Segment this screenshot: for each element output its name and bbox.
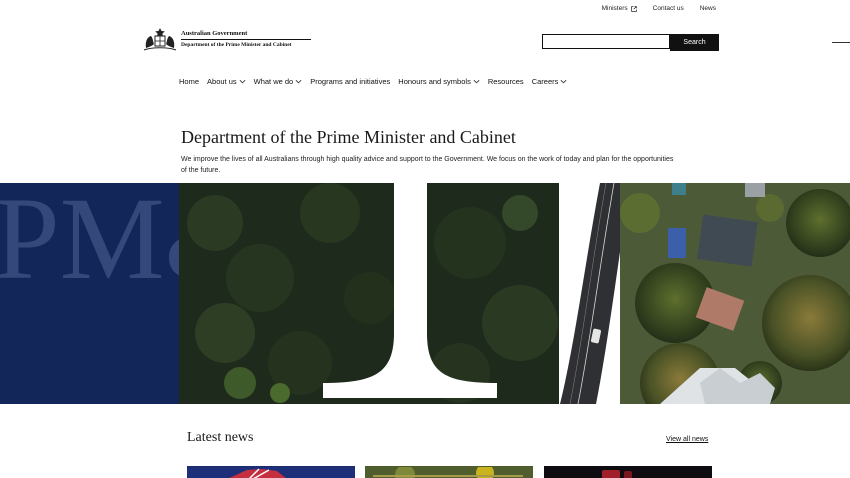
latest-news-heading: Latest news	[187, 430, 254, 445]
news-card[interactable]	[544, 466, 712, 478]
nav-label: Programs and initiatives	[310, 77, 391, 86]
nav-item-home[interactable]: Home	[179, 77, 199, 86]
chevron-down-icon	[295, 79, 302, 84]
road	[560, 183, 630, 404]
nav-item-what-we-do[interactable]: What we do	[254, 77, 303, 86]
news-card-image	[544, 467, 712, 478]
coat-of-arms-icon	[143, 28, 177, 51]
contact-us-link[interactable]: Contact us	[653, 5, 684, 12]
chevron-down-icon	[239, 79, 246, 84]
logo-department: Department of the Prime Minister and Cab…	[181, 42, 292, 48]
nav-item-honours-and-symbols[interactable]: Honours and symbols	[398, 77, 480, 86]
search-form: Search	[542, 34, 719, 51]
banner-image: PM&C	[0, 183, 850, 404]
news-link[interactable]: News	[700, 5, 716, 12]
house-roof	[697, 214, 758, 267]
page-title: Department of the Prime Minister and Cab…	[181, 127, 516, 147]
chevron-down-icon	[473, 79, 480, 84]
nav-item-programs[interactable]: Programs and initiatives	[310, 77, 390, 86]
news-card-image	[187, 467, 355, 478]
menu-icon[interactable]	[832, 42, 850, 43]
news-card[interactable]	[187, 466, 355, 478]
nav-item-resources[interactable]: Resources	[488, 77, 524, 86]
utility-nav: Ministers Contact us News	[602, 5, 716, 12]
search-input[interactable]	[542, 34, 670, 49]
news-card-image	[365, 466, 533, 478]
nav-label: Resources	[487, 77, 524, 86]
ministers-link[interactable]: Ministers	[602, 5, 637, 12]
view-all-news-link[interactable]: View all news	[666, 436, 708, 443]
main-nav: Home About us What we do Programs and in…	[179, 77, 567, 86]
ministers-label: Ministers	[601, 5, 628, 12]
nav-item-about-us[interactable]: About us	[207, 77, 246, 86]
pool	[668, 228, 686, 258]
nav-label: About us	[207, 77, 237, 86]
chevron-down-icon	[560, 79, 567, 84]
nav-label: Honours and symbols	[398, 77, 471, 86]
logo-divider	[181, 39, 311, 40]
nav-label: Careers	[531, 77, 559, 86]
news-card[interactable]	[365, 466, 533, 478]
nav-label: Home	[179, 77, 200, 86]
logo-text: Australian Government Department of the …	[181, 30, 311, 48]
nav-item-careers[interactable]: Careers	[532, 77, 568, 86]
page-description: We improve the lives of all Australians …	[181, 156, 674, 174]
nav-label: What we do	[253, 77, 294, 86]
logo-government: Australian Government	[181, 30, 248, 37]
site-logo[interactable]: Australian Government Department of the …	[142, 26, 311, 52]
search-button[interactable]: Search	[670, 34, 719, 51]
hero-banner: PM&C	[0, 183, 850, 404]
external-link-icon	[630, 5, 637, 12]
